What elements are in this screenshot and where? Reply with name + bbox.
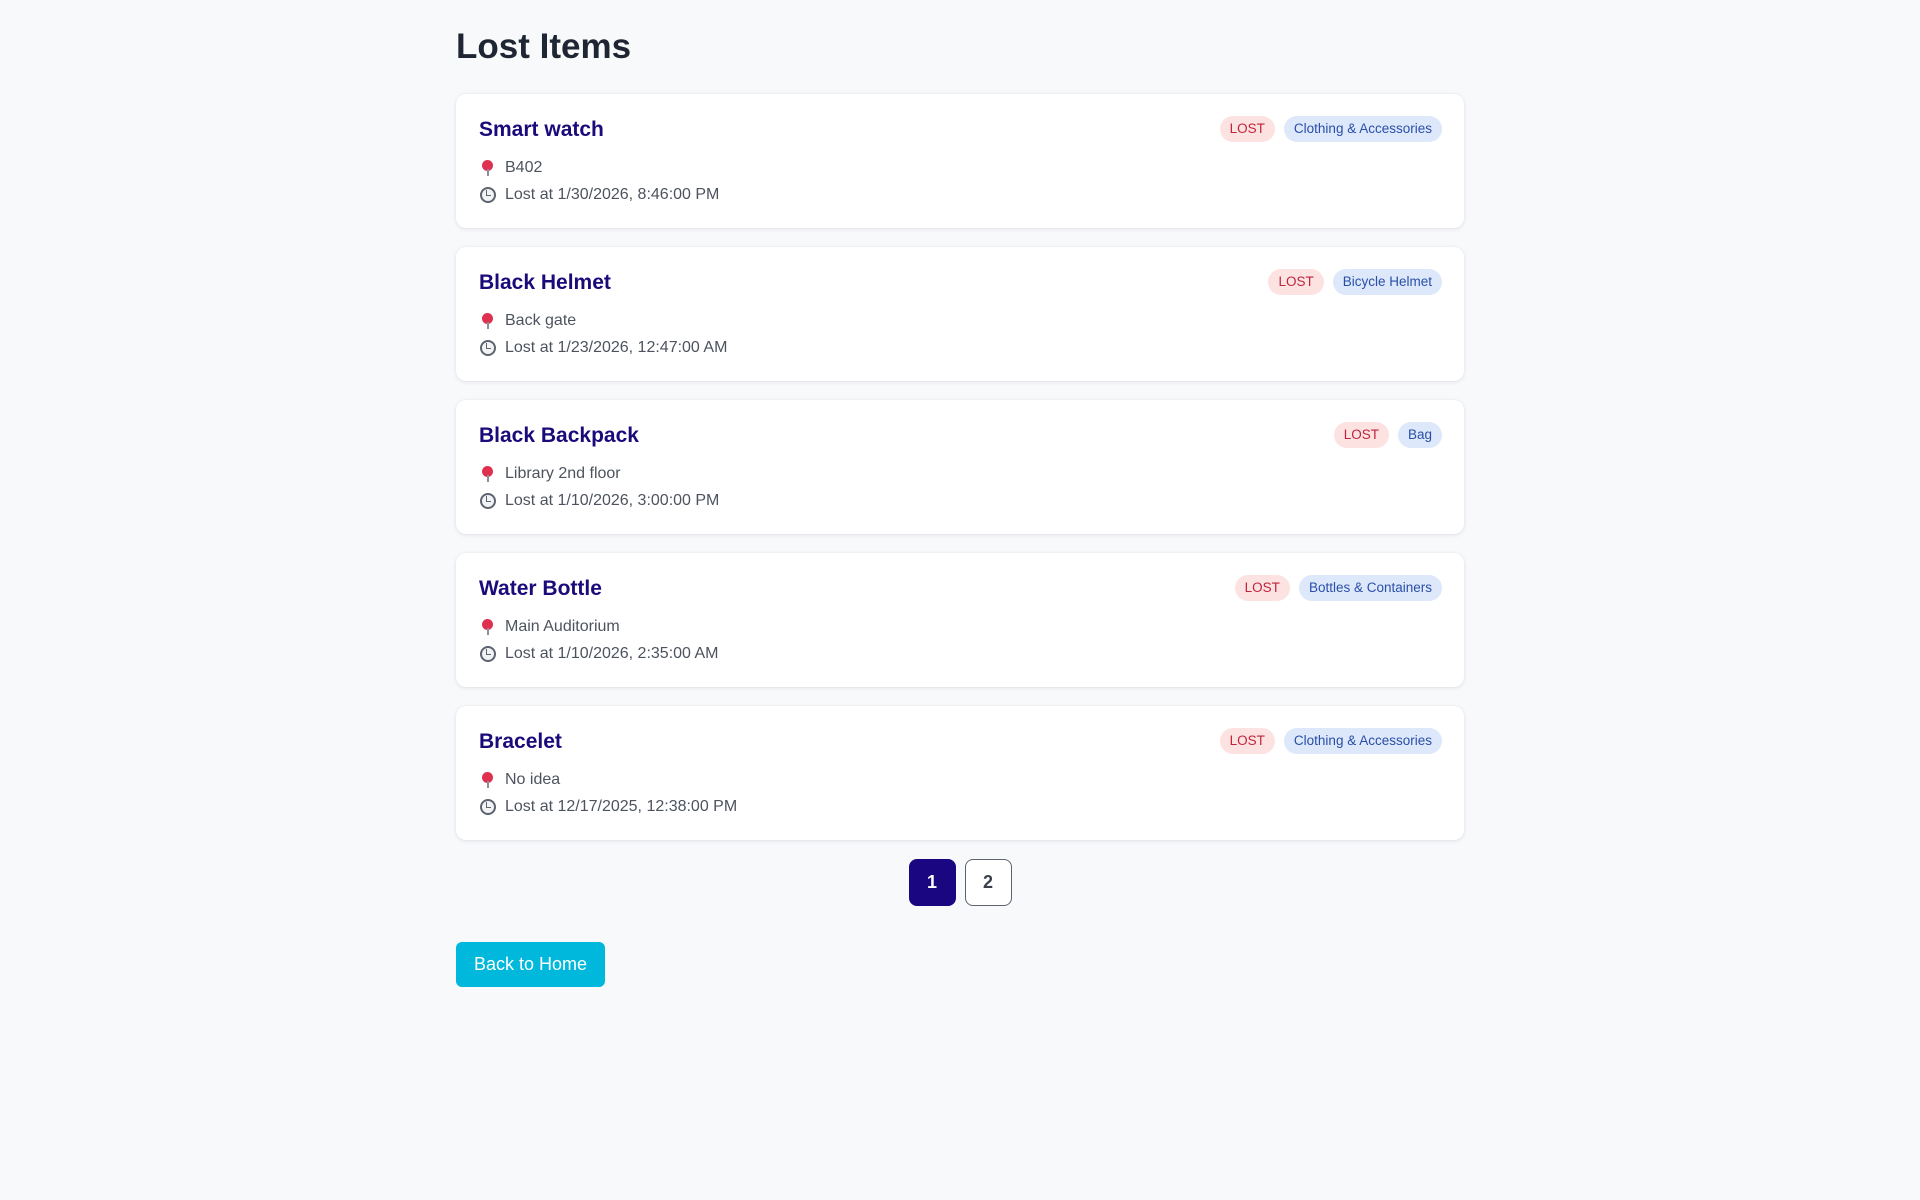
item-location: Back gate xyxy=(479,307,1441,334)
item-location: No idea xyxy=(479,766,1441,793)
pagination: 1 2 xyxy=(456,859,1464,906)
clock-icon xyxy=(479,798,497,816)
status-badge: LOST xyxy=(1333,422,1389,448)
status-badge: LOST xyxy=(1234,575,1290,601)
page-title: Lost Items xyxy=(456,27,632,66)
item-time: Lost at 12/17/2025, 12:38:00 PM xyxy=(479,793,1441,820)
item-location-text: No idea xyxy=(505,770,561,788)
clock-icon xyxy=(479,492,497,510)
item-card[interactable]: Black Helmet LOST Bicycle Helmet Back ga… xyxy=(456,247,1464,381)
item-card[interactable]: Bracelet LOST Clothing & Accessories No … xyxy=(456,706,1464,840)
item-time: Lost at 1/30/2026, 8:46:00 PM xyxy=(479,181,1441,208)
status-badge: LOST xyxy=(1219,116,1275,142)
pin-icon xyxy=(479,312,497,330)
item-time: Lost at 1/23/2026, 12:47:00 AM xyxy=(479,334,1441,361)
item-time-text: Lost at 1/23/2026, 12:47:00 AM xyxy=(505,338,728,356)
item-location-text: Library 2nd floor xyxy=(505,464,621,482)
category-badge: Bicycle Helmet xyxy=(1332,269,1442,295)
pin-icon xyxy=(479,618,497,636)
pin-icon xyxy=(479,465,497,483)
item-badges: LOST Bottles & Containers xyxy=(1234,575,1442,601)
item-location-text: B402 xyxy=(505,158,543,176)
item-location-text: Back gate xyxy=(505,311,577,329)
item-location-text: Main Auditorium xyxy=(505,617,620,635)
page-button-1[interactable]: 1 xyxy=(908,859,956,906)
category-badge: Bottles & Containers xyxy=(1298,575,1442,601)
clock-icon xyxy=(479,645,497,663)
clock-icon xyxy=(479,186,497,204)
item-time-text: Lost at 12/17/2025, 12:38:00 PM xyxy=(505,797,738,815)
item-title[interactable]: Black Backpack xyxy=(479,424,1441,448)
item-card[interactable]: Smart watch LOST Clothing & Accessories … xyxy=(456,94,1464,228)
pin-icon xyxy=(479,771,497,789)
item-card[interactable]: Water Bottle LOST Bottles & Containers M… xyxy=(456,553,1464,687)
category-badge: Bag xyxy=(1397,422,1442,448)
status-badge: LOST xyxy=(1268,269,1324,295)
items-list: Smart watch LOST Clothing & Accessories … xyxy=(456,94,1464,840)
item-badges: LOST Bag xyxy=(1333,422,1442,448)
item-badges: LOST Bicycle Helmet xyxy=(1268,269,1442,295)
item-badges: LOST Clothing & Accessories xyxy=(1219,728,1442,754)
item-time: Lost at 1/10/2026, 2:35:00 AM xyxy=(479,640,1441,667)
item-location: B402 xyxy=(479,154,1441,181)
back-to-home-button[interactable]: Back to Home xyxy=(456,942,606,987)
item-time-text: Lost at 1/30/2026, 8:46:00 PM xyxy=(505,185,720,203)
pin-icon xyxy=(479,159,497,177)
category-badge: Clothing & Accessories xyxy=(1283,728,1442,754)
item-badges: LOST Clothing & Accessories xyxy=(1219,116,1442,142)
status-badge: LOST xyxy=(1219,728,1275,754)
item-time-text: Lost at 1/10/2026, 3:00:00 PM xyxy=(505,491,720,509)
clock-icon xyxy=(479,339,497,357)
item-location: Main Auditorium xyxy=(479,613,1441,640)
category-badge: Clothing & Accessories xyxy=(1283,116,1442,142)
page-button-2[interactable]: 2 xyxy=(964,859,1012,906)
item-time: Lost at 1/10/2026, 3:00:00 PM xyxy=(479,487,1441,514)
item-card[interactable]: Black Backpack LOST Bag Library 2nd floo… xyxy=(456,400,1464,534)
item-location: Library 2nd floor xyxy=(479,460,1441,487)
item-time-text: Lost at 1/10/2026, 2:35:00 AM xyxy=(505,644,719,662)
page-container: Lost Items Smart watch LOST Clothing & A… xyxy=(456,0,1464,987)
